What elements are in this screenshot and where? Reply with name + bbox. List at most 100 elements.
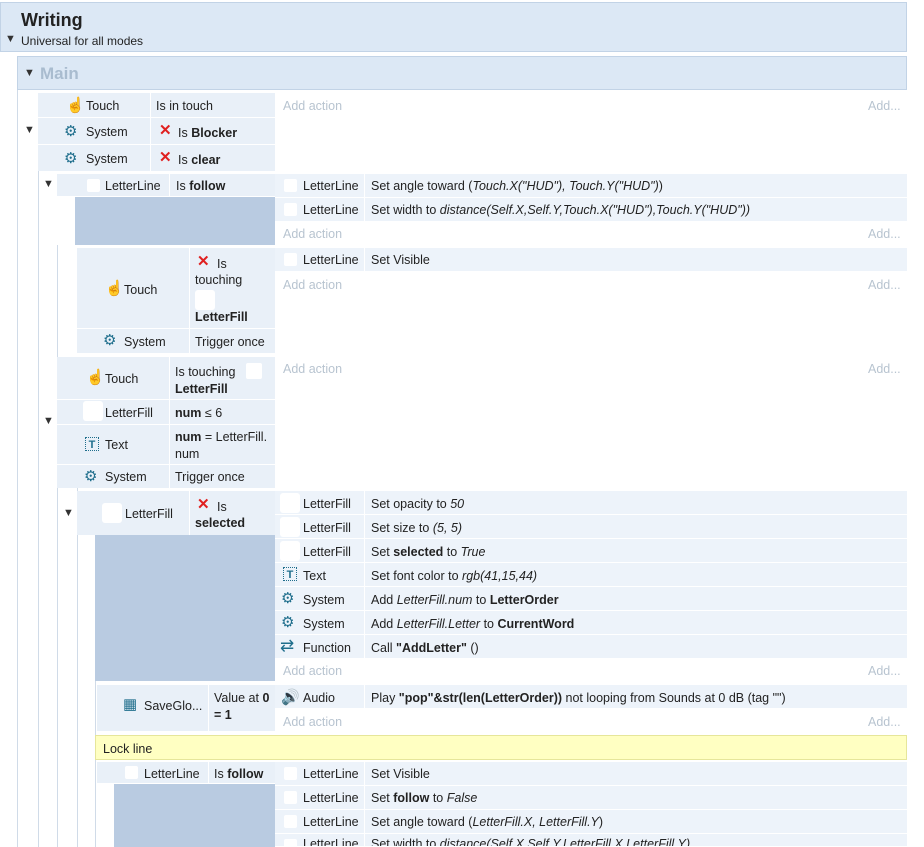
action-row[interactable]: LetterLine Set follow to False <box>275 786 907 810</box>
condition-text: num ≤ 6 <box>175 406 223 420</box>
letterline-icon <box>284 815 297 828</box>
action-row[interactable]: 🔊 Audio Play "pop"&str(len(LetterOrder))… <box>275 685 907 709</box>
add-more-link[interactable]: Add... <box>868 664 901 678</box>
add-action-link[interactable]: Add action <box>283 278 342 292</box>
object-name: System <box>303 593 345 607</box>
letterfill-icon <box>280 517 300 537</box>
add-action-link[interactable]: Add action <box>283 99 342 113</box>
add-more-link[interactable]: Add... <box>868 227 901 241</box>
action-row[interactable]: T Text Set font color to rgb(41,15,44) <box>275 563 907 587</box>
separator <box>364 834 365 846</box>
event-6[interactable]: ▦ SaveGlo... Value at 0 = 1 <box>97 685 275 731</box>
event-4[interactable]: ☝ Touch Is touching LetterFill LetterFil… <box>57 357 275 488</box>
letterline-icon <box>284 203 297 216</box>
object-name: LetterFill <box>303 545 351 559</box>
collapse-triangle-icon[interactable]: ▼ <box>63 507 74 519</box>
object-name: System <box>105 470 147 484</box>
separator <box>364 491 365 515</box>
action-text: Play "pop"&str(len(LetterOrder)) not loo… <box>371 691 786 705</box>
event-3[interactable]: ☝ Touch ✕ Is touching LetterFill ⚙ Syste… <box>77 248 275 353</box>
letterfill-icon <box>246 363 262 379</box>
action-row[interactable]: LetterLine Set width to distance(Self.X,… <box>275 834 907 847</box>
touch-icon: ☝ <box>105 280 124 297</box>
letterline-icon <box>125 766 138 779</box>
comment-lock-line[interactable]: Lock line <box>95 735 907 760</box>
object-name: Touch <box>86 99 120 113</box>
add-action-link[interactable]: Add action <box>283 715 342 729</box>
collapse-triangle-icon[interactable]: ▼ <box>43 178 54 190</box>
letterfill-icon <box>102 503 122 523</box>
grid-icon: ▦ <box>123 696 138 713</box>
object-name: Text <box>105 438 128 452</box>
function-loop-icon: ⇄ <box>280 636 295 655</box>
object-name: System <box>303 617 345 631</box>
separator <box>364 810 365 834</box>
row-divider <box>77 328 275 329</box>
action-row[interactable]: LetterFill Set selected to True <box>275 539 907 563</box>
separator <box>364 174 365 198</box>
margin-line <box>17 90 18 847</box>
row-divider <box>57 464 275 465</box>
add-more-link[interactable]: Add... <box>868 278 901 292</box>
action-row[interactable]: LetterLine Set width to distance(Self.X,… <box>275 198 907 222</box>
letterline-icon <box>284 791 297 804</box>
object-name: Text <box>303 569 326 583</box>
collapse-triangle-icon[interactable]: ▼ <box>24 124 35 136</box>
group-header[interactable]: Writing ▼ Universal for all modes <box>0 2 907 52</box>
margin-line <box>57 245 58 847</box>
collapse-triangle-icon[interactable]: ▼ <box>43 415 54 427</box>
condition-text: Is follow <box>176 179 226 193</box>
collapse-triangle-icon[interactable]: ▼ <box>5 33 16 45</box>
action-row[interactable]: LetterFill Set size to (5, 5) <box>275 515 907 539</box>
letterline-icon <box>87 179 100 192</box>
action-row[interactable]: LetterLine Set angle toward (Touch.X("HU… <box>275 174 907 198</box>
condition-text: num = LetterFill. <box>175 430 268 444</box>
action-row[interactable]: LetterLine Set Visible <box>275 248 907 272</box>
add-more-link[interactable]: Add... <box>868 715 901 729</box>
action-text: Set size to (5, 5) <box>371 521 463 535</box>
action-row[interactable]: LetterLine Set angle toward (LetterFill.… <box>275 810 907 834</box>
object-name: SaveGlo... <box>144 699 203 713</box>
action-row[interactable]: ⚙ System Add LetterFill.Letter to Curren… <box>275 611 907 635</box>
separator <box>364 539 365 563</box>
action-text: Set font color to rgb(41,15,44) <box>371 569 538 583</box>
object-name: Audio <box>303 691 335 705</box>
condition-text: = 1 <box>214 708 232 722</box>
condition-text: num <box>175 447 200 461</box>
action-text: Add LetterFill.num to LetterOrder <box>371 593 559 607</box>
condition-row[interactable]: ☝ Touch Is in touch <box>38 93 275 118</box>
condition-text: Trigger once <box>175 470 245 484</box>
separator <box>169 174 170 197</box>
action-row[interactable]: ⇄ Function Call "AddLetter" () <box>275 635 907 659</box>
add-action-link[interactable]: Add action <box>283 362 342 376</box>
condition-row[interactable]: ⚙ System ✕ Is clear <box>38 146 275 171</box>
separator <box>189 248 190 353</box>
separator <box>364 198 365 222</box>
object-name: LetterLine <box>105 179 161 193</box>
condition-text: Trigger once <box>195 335 265 349</box>
action-row[interactable]: ⚙ System Add LetterFill.num to LetterOrd… <box>275 587 907 611</box>
object-name: LetterFill <box>303 521 351 535</box>
action-row[interactable]: LetterLine Set Visible <box>275 762 907 786</box>
add-more-link[interactable]: Add... <box>868 362 901 376</box>
event-7[interactable]: LetterLine Is follow <box>97 762 275 784</box>
gear-icon: ⚙ <box>64 150 78 167</box>
speaker-icon: 🔊 <box>281 689 300 706</box>
margin-line <box>38 171 39 847</box>
gear-icon: ⚙ <box>84 468 98 485</box>
main-group-header[interactable]: ▼ Main <box>17 56 907 90</box>
event-5[interactable]: LetterFill ✕ Is selected <box>77 491 275 535</box>
gear-icon: ⚙ <box>103 332 117 349</box>
collapse-triangle-icon[interactable]: ▼ <box>24 67 35 79</box>
event-2[interactable]: LetterLine Is follow <box>57 174 275 197</box>
action-row[interactable]: LetterFill Set opacity to 50 <box>275 491 907 515</box>
condition-row[interactable]: ⚙ System ✕ Is Blocker <box>38 119 275 145</box>
add-action-link[interactable]: Add action <box>283 664 342 678</box>
group-title: Writing <box>21 10 83 30</box>
object-name: LetterLine <box>303 767 359 781</box>
action-text: Set width to distance(Self.X,Self.Y,Lett… <box>371 837 691 847</box>
separator <box>364 611 365 635</box>
add-more-link[interactable]: Add... <box>868 99 901 113</box>
add-action-link[interactable]: Add action <box>283 227 342 241</box>
condition-text: Is follow <box>214 767 264 781</box>
